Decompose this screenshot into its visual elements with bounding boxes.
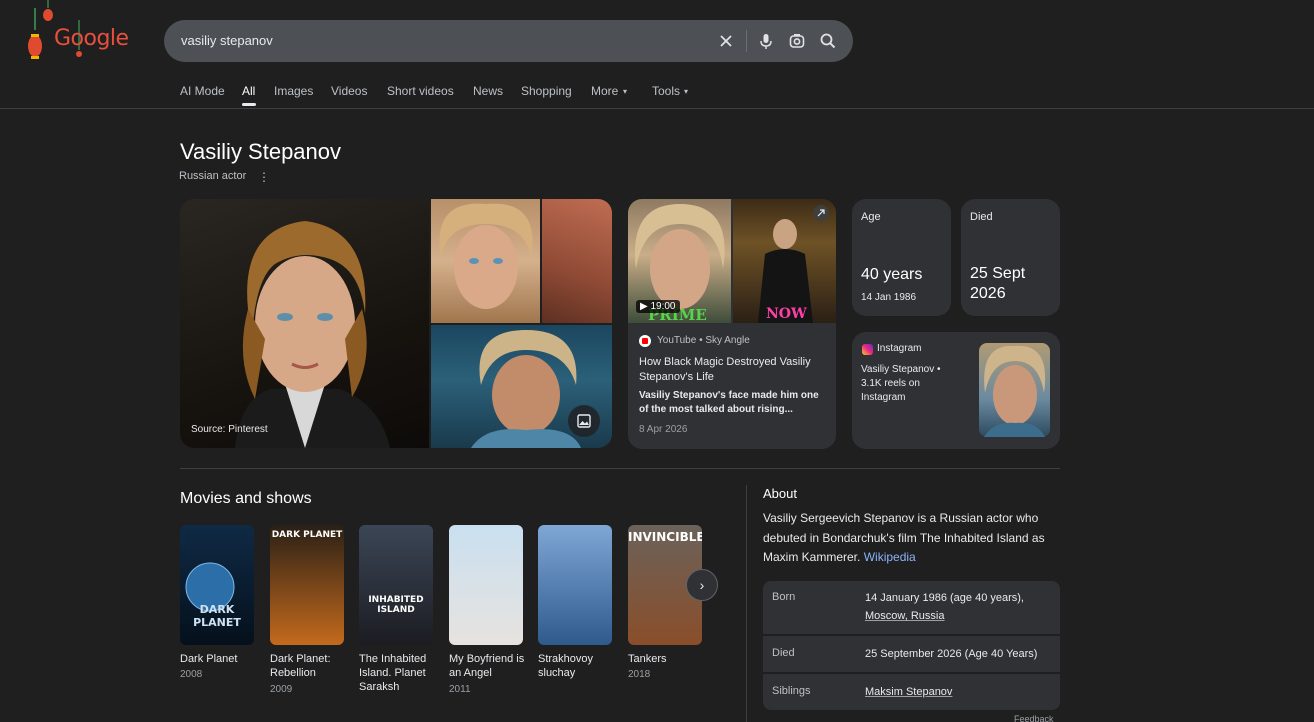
poster-text: DARK PLANET [193,603,241,629]
movie-title[interactable]: Strakhovoy sluchay [538,652,604,680]
instagram-icon [862,344,873,355]
feedback-link[interactable]: Feedback [1014,714,1054,722]
tab-all[interactable]: All [242,84,255,98]
more-dropdown-icon[interactable]: ▾ [623,87,627,96]
tab-ai-mode[interactable]: AI Mode [180,84,225,98]
age-value: 40 years [861,266,923,283]
movie-year: 2018 [628,669,651,680]
movie-year: 2011 [449,684,471,695]
instagram-text: Vasiliy Stepanov • 3.1K reels on Instagr… [861,364,941,403]
movie-poster[interactable] [538,525,612,645]
movie-poster[interactable]: DARK PLANET [180,525,254,645]
expand-video-button[interactable] [813,205,829,221]
fact-key: Born [772,591,796,603]
poster-text: INVINCIBLE [628,530,702,544]
movie-poster[interactable] [449,525,523,645]
movie-title[interactable]: Dark Planet [180,652,260,666]
search-input[interactable]: vasiliy stepanov [181,33,273,48]
chevron-right-icon: › [699,577,705,593]
tab-shopping[interactable]: Shopping [521,84,572,98]
poster-text: INHABITED ISLAND [368,595,424,615]
entity-title: Vasiliy Stepanov [180,139,342,164]
sibling-link[interactable]: Maksim Stepanov [865,683,1055,701]
birthplace-link-text[interactable]: Moscow, Russia [865,610,944,622]
search-divider [746,30,747,52]
video-title[interactable]: How Black Magic Destroyed Vasiliy Stepan… [639,355,829,385]
portrait-illustration-6 [984,345,1046,437]
age-card[interactable]: Age 40 years 14 Jan 1986 [852,199,951,316]
lantern-small-icon [43,0,53,21]
instagram-source: Instagram [877,343,922,354]
instagram-card[interactable]: Instagram Vasiliy Stepanov • 3.1K reels … [852,332,1060,449]
movie-year: 2008 [180,669,203,680]
clear-icon[interactable] [716,31,736,51]
tab-short-videos[interactable]: Short videos [387,84,454,98]
image-source-label: Source: Pinterest [191,424,268,435]
tab-tools[interactable]: Tools [652,84,680,98]
died-value-line2: 2026 [970,285,1006,302]
image-thumb-1[interactable] [431,199,540,323]
active-tab-indicator [242,103,256,106]
fact-value: 14 January 1986 (age 40 years), Moscow, … [865,589,1055,625]
died-label: Died [970,211,993,223]
microphone-icon[interactable] [756,31,776,51]
instagram-thumbnail [979,343,1050,437]
fact-value-line: 14 January 1986 (age 40 years), [865,592,1024,604]
fact-row-siblings: Siblings Maksim Stepanov [763,674,1060,710]
column-divider [746,485,747,722]
movie-title[interactable]: My Boyfriend is an Angel [449,652,525,680]
died-value-line1: 25 Sept [970,265,1026,282]
fact-key: Died [772,647,795,659]
video-card[interactable]: PRIME NOW ▶ 19:00 YouTube • Sky Angle Ho… [628,199,836,449]
fact-row-born: Born 14 January 1986 (age 40 years), Mos… [763,581,1060,634]
main-image[interactable] [180,199,429,448]
header-divider [0,108,1314,109]
movie-poster[interactable]: INHABITED ISLAND [359,525,433,645]
more-options-icon[interactable]: ⋮ [258,170,270,184]
movie-year: 2009 [270,684,293,695]
movie-title[interactable]: Tankers [628,652,708,666]
video-source: YouTube • Sky Angle [657,335,750,346]
tab-news[interactable]: News [473,84,503,98]
movie-title[interactable]: Dark Planet: Rebellion [270,652,340,680]
entity-subtitle: Russian actor [179,170,247,182]
thumb-right-overlay-text: NOW [766,306,807,322]
tools-dropdown-icon[interactable]: ▾ [684,87,688,96]
youtube-icon [639,335,651,347]
movies-section-title: Movies and shows [180,490,312,507]
movie-title[interactable]: The Inhabited Island. Planet Saraksh [359,652,435,694]
age-birthdate: 14 Jan 1986 [861,292,917,303]
section-divider [180,468,1060,469]
more-images-button[interactable] [568,405,600,437]
movie-poster[interactable]: DARK PLANET [270,525,344,645]
sibling-link-text[interactable]: Maksim Stepanov [865,686,952,698]
video-date: 8 Apr 2026 [639,424,688,435]
portrait-illustration [235,221,390,448]
image-thumb-2[interactable] [542,199,612,323]
fact-value: 25 September 2026 (Age 40 Years) [865,648,1038,660]
portrait-illustration-2 [439,203,533,309]
age-label: Age [861,211,881,223]
video-duration-badge: ▶ 19:00 [636,300,680,313]
about-title: About [763,486,797,501]
fact-key: Siblings [772,685,811,697]
tab-images[interactable]: Images [274,84,313,98]
tab-more[interactable]: More [591,84,618,98]
died-card[interactable]: Died 25 Sept 2026 [961,199,1060,316]
wikipedia-link[interactable]: Wikipedia [864,550,916,564]
search-icon[interactable] [818,31,838,51]
video-snippet: Vasiliy Stepanov's face made him one of … [639,390,819,415]
video-duration: 19:00 [650,301,676,312]
carousel-next-button[interactable]: › [686,569,718,601]
image-icon [577,414,591,428]
birthplace-link[interactable]: Moscow, Russia [865,607,1055,625]
logo-text[interactable]: Google [54,26,129,51]
tab-videos[interactable]: Videos [331,84,367,98]
fact-row-died: Died 25 September 2026 (Age 40 Years) [763,636,1060,672]
about-description: Vasiliy Sergeevich Stepanov is a Russian… [763,509,1063,568]
google-lens-icon[interactable] [787,31,807,51]
search-bar[interactable]: vasiliy stepanov [164,20,853,62]
poster-text: DARK PLANET [271,530,343,540]
expand-icon [817,209,825,217]
